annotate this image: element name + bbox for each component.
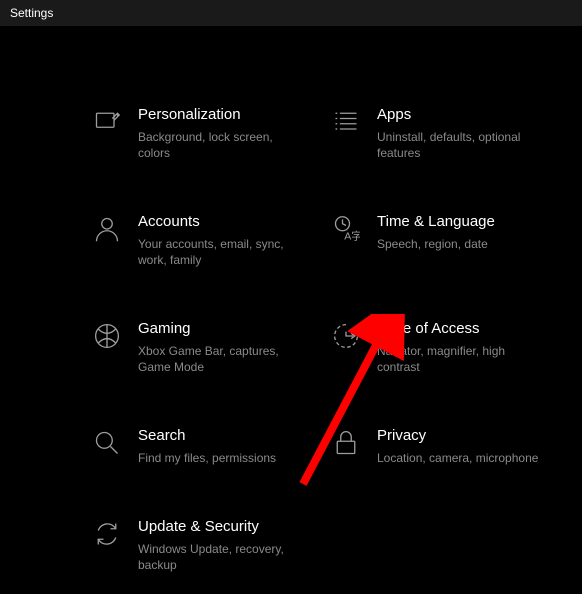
accounts-icon xyxy=(92,213,122,268)
category-desc: Location, camera, microphone xyxy=(377,450,538,466)
category-update-security[interactable]: Update & Security Windows Update, recove… xyxy=(92,518,302,573)
privacy-icon xyxy=(331,427,361,466)
category-desc: Narrator, magnifier, high contrast xyxy=(377,343,541,375)
svg-text:A字: A字 xyxy=(344,230,360,243)
category-desc: Speech, region, date xyxy=(377,236,495,252)
category-title: Ease of Access xyxy=(377,320,541,339)
category-desc: Xbox Game Bar, captures, Game Mode xyxy=(138,343,302,375)
category-search[interactable]: Search Find my files, permissions xyxy=(92,427,302,466)
category-desc: Uninstall, defaults, optional features xyxy=(377,129,541,161)
category-title: Accounts xyxy=(138,213,302,232)
category-desc: Background, lock screen, colors xyxy=(138,129,302,161)
window-title: Settings xyxy=(10,6,53,20)
personalization-icon xyxy=(92,106,122,161)
update-security-icon xyxy=(92,518,122,573)
category-accounts[interactable]: Accounts Your accounts, email, sync, wor… xyxy=(92,213,302,268)
category-title: Privacy xyxy=(377,427,538,446)
window-titlebar: Settings xyxy=(0,0,582,26)
category-desc: Your accounts, email, sync, work, family xyxy=(138,236,302,268)
category-apps[interactable]: Apps Uninstall, defaults, optional featu… xyxy=(331,106,541,161)
category-title: Time & Language xyxy=(377,213,495,232)
ease-of-access-icon xyxy=(331,320,361,375)
category-title: Apps xyxy=(377,106,541,125)
category-desc: Find my files, permissions xyxy=(138,450,276,466)
category-privacy[interactable]: Privacy Location, camera, microphone xyxy=(331,427,541,466)
apps-icon xyxy=(331,106,361,161)
category-title: Personalization xyxy=(138,106,302,125)
category-personalization[interactable]: Personalization Background, lock screen,… xyxy=(92,106,302,161)
category-title: Gaming xyxy=(138,320,302,339)
search-icon xyxy=(92,427,122,466)
category-title: Search xyxy=(138,427,276,446)
category-title: Update & Security xyxy=(138,518,302,537)
category-time-language[interactable]: A字 Time & Language Speech, region, date xyxy=(331,213,541,268)
category-gaming[interactable]: Gaming Xbox Game Bar, captures, Game Mod… xyxy=(92,320,302,375)
category-desc: Windows Update, recovery, backup xyxy=(138,541,302,573)
gaming-icon xyxy=(92,320,122,375)
category-ease-of-access[interactable]: Ease of Access Narrator, magnifier, high… xyxy=(331,320,541,375)
settings-grid: Personalization Background, lock screen,… xyxy=(0,26,582,573)
time-language-icon: A字 xyxy=(331,213,361,268)
